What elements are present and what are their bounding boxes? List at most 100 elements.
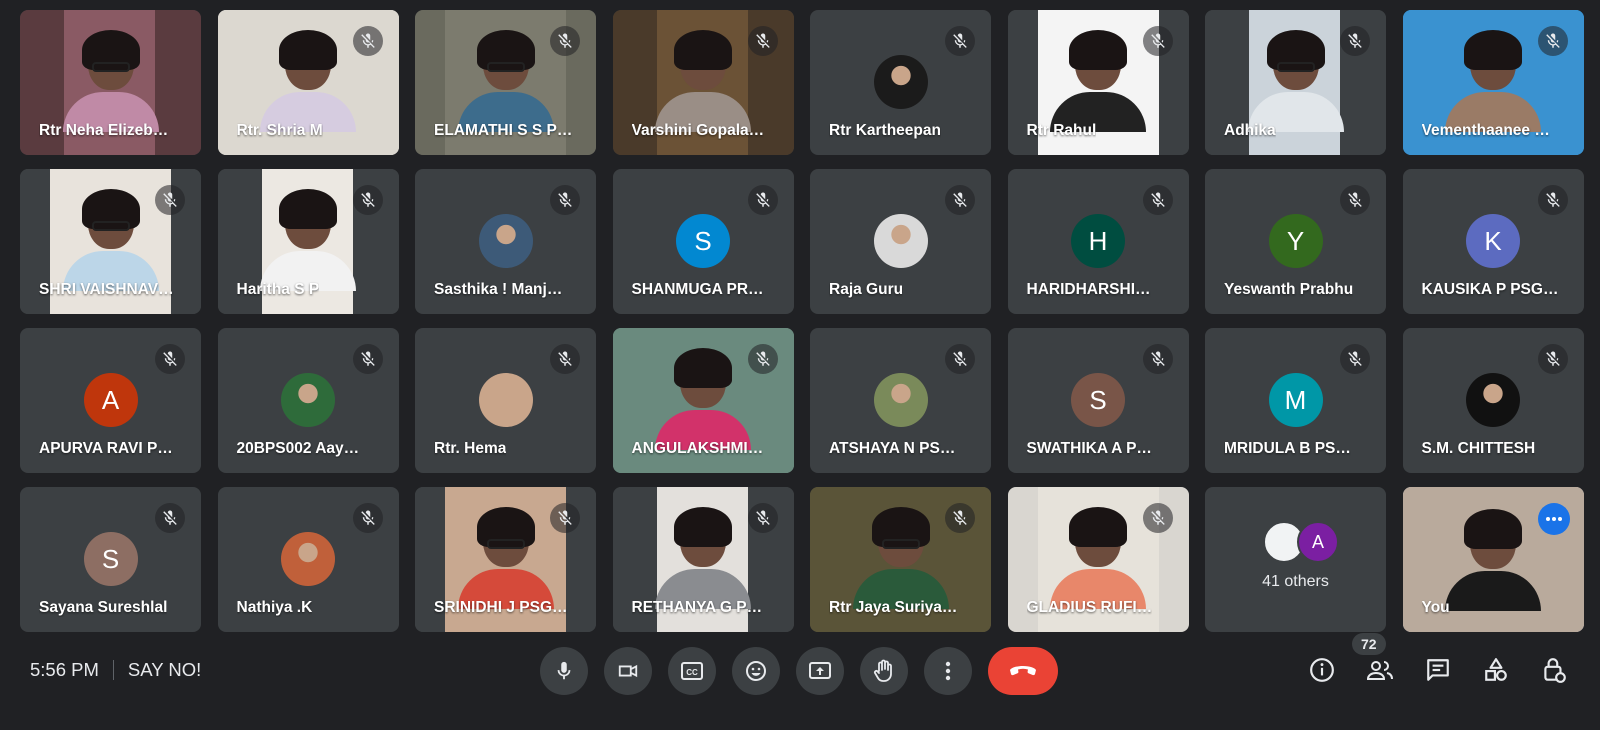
participant-tile[interactable]: Haritha S P bbox=[217, 169, 399, 314]
participant-tile[interactable]: Adhika bbox=[1205, 10, 1386, 155]
emoji-button[interactable] bbox=[732, 647, 780, 695]
avatar-photo bbox=[281, 532, 335, 586]
raise-hand-button[interactable] bbox=[860, 647, 908, 695]
bottom-bar: 5:56 PM SAY NO! CC 72 bbox=[0, 633, 1600, 730]
mic-off-icon bbox=[953, 192, 967, 207]
muted-indicator bbox=[747, 344, 778, 374]
participant-tile[interactable]: H HARIDHARSHI… bbox=[1007, 169, 1189, 314]
participant-tile[interactable]: Nathiya .K bbox=[217, 487, 399, 632]
participant-tile[interactable]: Varshini Gopala… bbox=[612, 10, 794, 155]
divider bbox=[112, 660, 114, 680]
mic-off-icon bbox=[558, 351, 572, 366]
muted-indicator bbox=[945, 26, 975, 56]
more-options-button[interactable] bbox=[924, 647, 972, 695]
participant-tile[interactable]: RETHANYA G P… bbox=[612, 487, 794, 632]
participant-figure bbox=[655, 30, 751, 132]
participant-name: SHANMUGA PR… bbox=[631, 281, 764, 298]
muted-indicator bbox=[550, 344, 580, 374]
more-horiz-icon bbox=[1545, 517, 1562, 521]
participant-figure bbox=[62, 189, 159, 291]
participant-name: Rtr Kartheepan bbox=[829, 122, 941, 139]
participant-tile[interactable]: A APURVA RAVI P… bbox=[20, 328, 201, 473]
present-button[interactable] bbox=[796, 647, 844, 695]
info-icon bbox=[1310, 658, 1334, 682]
participant-tile[interactable]: M MRIDULA B PS… bbox=[1205, 328, 1386, 473]
participant-tile[interactable]: Rtr Jaya Suriya… bbox=[810, 487, 991, 632]
participant-name: You bbox=[1421, 599, 1450, 616]
participant-tile[interactable]: S.M. CHITTESH bbox=[1402, 328, 1584, 473]
participant-tile[interactable]: SRINIDHI J PSG… bbox=[415, 487, 596, 632]
tile-options-button[interactable] bbox=[1537, 503, 1570, 535]
participant-tile[interactable]: Rtr. Shria M bbox=[217, 10, 399, 155]
participant-name: GLADIUS RUFI… bbox=[1026, 599, 1153, 616]
participant-tile[interactable]: K KAUSIKA P PSG… bbox=[1402, 169, 1584, 314]
participant-tile[interactable]: A 41 others bbox=[1205, 487, 1386, 632]
participant-tile[interactable]: S SHANMUGA PR… bbox=[612, 169, 794, 314]
participant-name: Sasthika ! Manj… bbox=[434, 281, 563, 298]
people-button[interactable] bbox=[1362, 650, 1398, 690]
self-tile[interactable]: You bbox=[1402, 487, 1584, 632]
participant-figure bbox=[457, 507, 554, 609]
participant-count: 72 bbox=[1352, 633, 1386, 655]
participant-tile[interactable]: Rtr Kartheepan bbox=[810, 10, 991, 155]
participant-tile[interactable]: Rtr Rahul bbox=[1007, 10, 1189, 155]
participant-name: Vementhaanee … bbox=[1421, 122, 1550, 139]
participant-figure bbox=[1050, 30, 1146, 132]
mic-off-icon bbox=[1545, 192, 1560, 207]
emoji-icon bbox=[746, 661, 766, 681]
microphone-button[interactable] bbox=[540, 647, 588, 695]
mic-off-icon bbox=[755, 192, 770, 207]
participant-name: APURVA RAVI P… bbox=[39, 440, 173, 457]
host-controls-button[interactable] bbox=[1536, 650, 1572, 690]
participant-name: SWATHIKA A P… bbox=[1026, 440, 1152, 457]
participant-tile[interactable]: Y Yeswanth Prabhu bbox=[1205, 169, 1386, 314]
mic-off-icon bbox=[953, 33, 967, 48]
avatar-initial: H bbox=[1071, 214, 1125, 268]
captions-icon: CC bbox=[681, 662, 703, 680]
people-icon bbox=[1366, 661, 1393, 680]
participant-tile[interactable]: GLADIUS RUFI… bbox=[1007, 487, 1189, 632]
meeting-details-button[interactable] bbox=[1304, 650, 1340, 690]
participant-tile[interactable]: S Sayana Sureshlal bbox=[20, 487, 201, 632]
participant-tile[interactable]: ANGULAKSHMI… bbox=[612, 328, 794, 473]
participant-tile[interactable]: S SWATHIKA A P… bbox=[1007, 328, 1189, 473]
camera-icon bbox=[618, 664, 638, 678]
activities-button[interactable] bbox=[1478, 650, 1514, 690]
captions-button[interactable]: CC bbox=[668, 647, 716, 695]
participant-name: 20BPS002 Aay… bbox=[236, 440, 360, 457]
participant-name: Nathiya .K bbox=[236, 599, 313, 616]
participant-name: Rtr. Shria M bbox=[236, 122, 323, 139]
participant-name: SRINIDHI J PSG… bbox=[434, 599, 568, 616]
avatar-initial: S bbox=[83, 532, 138, 586]
participant-name: KAUSIKA P PSG… bbox=[1421, 281, 1559, 298]
participant-tile[interactable]: ATSHAYA N PS… bbox=[810, 328, 991, 473]
muted-indicator bbox=[550, 26, 580, 56]
muted-indicator bbox=[1340, 185, 1370, 215]
participant-tile[interactable]: Sasthika ! Manj… bbox=[415, 169, 596, 314]
participant-name: ANGULAKSHMI… bbox=[631, 440, 764, 457]
participant-figure bbox=[260, 189, 356, 291]
mic-off-icon bbox=[360, 510, 375, 525]
chat-button[interactable] bbox=[1420, 650, 1456, 690]
mic-off-icon bbox=[953, 510, 967, 525]
muted-indicator bbox=[747, 503, 778, 533]
participant-tile[interactable]: SHRI VAISHNAV… bbox=[20, 169, 201, 314]
muted-indicator bbox=[1537, 26, 1568, 56]
avatar-photo bbox=[873, 214, 928, 268]
participant-tile[interactable]: Vementhaanee … bbox=[1402, 10, 1584, 155]
muted-indicator bbox=[747, 185, 778, 215]
participant-tile[interactable]: Rtr. Hema bbox=[415, 328, 596, 473]
participant-tile[interactable]: 20BPS002 Aay… bbox=[217, 328, 399, 473]
mic-off-icon bbox=[953, 351, 967, 366]
more-vert-icon bbox=[945, 661, 951, 681]
participant-tile[interactable]: ELAMATHI S S P… bbox=[415, 10, 596, 155]
camera-button[interactable] bbox=[604, 647, 652, 695]
participant-tile[interactable]: Raja Guru bbox=[810, 169, 991, 314]
mic-off-icon bbox=[755, 510, 770, 525]
mic-off-icon bbox=[163, 351, 177, 366]
muted-indicator bbox=[155, 185, 185, 215]
end-call-button[interactable] bbox=[988, 647, 1058, 695]
participant-tile[interactable]: Rtr Neha Elizeb… bbox=[20, 10, 201, 155]
present-icon bbox=[809, 662, 831, 679]
participant-figure bbox=[457, 30, 554, 132]
